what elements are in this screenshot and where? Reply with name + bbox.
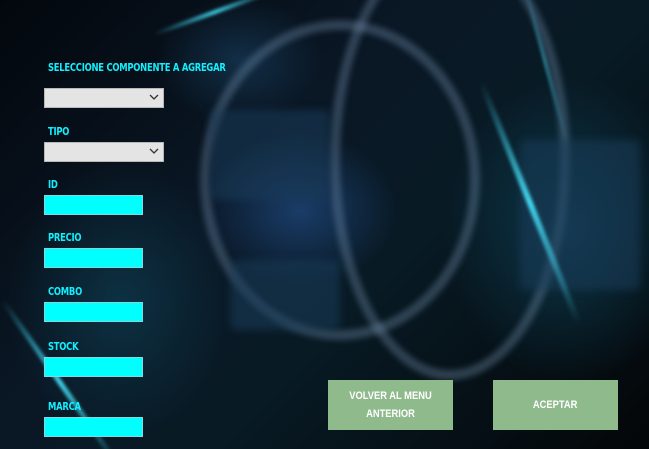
id-label: ID <box>48 178 58 191</box>
stock-field[interactable] <box>44 357 143 377</box>
back-to-menu-button[interactable]: VOLVER AL MENU ANTERIOR <box>328 380 453 430</box>
type-label: TIPO <box>48 125 70 138</box>
chevron-down-icon <box>149 148 159 154</box>
price-label: PRECIO <box>48 231 82 244</box>
combo-field[interactable] <box>44 302 143 322</box>
brand-field[interactable] <box>44 417 143 437</box>
combo-label: COMBO <box>48 285 82 298</box>
stock-label: STOCK <box>48 340 79 353</box>
component-select[interactable] <box>44 88 164 108</box>
back-to-menu-label: VOLVER AL MENU ANTERIOR <box>349 390 432 420</box>
price-field[interactable] <box>44 248 143 268</box>
brand-label: MARCA <box>48 400 81 413</box>
accept-label: ACEPTAR <box>533 399 578 411</box>
type-select[interactable] <box>44 142 164 162</box>
accept-button[interactable]: ACEPTAR <box>493 380 618 430</box>
component-label: SELECCIONE COMPONENTE A AGREGAR <box>48 61 226 74</box>
chevron-down-icon <box>149 94 159 100</box>
id-field[interactable] <box>44 195 143 215</box>
